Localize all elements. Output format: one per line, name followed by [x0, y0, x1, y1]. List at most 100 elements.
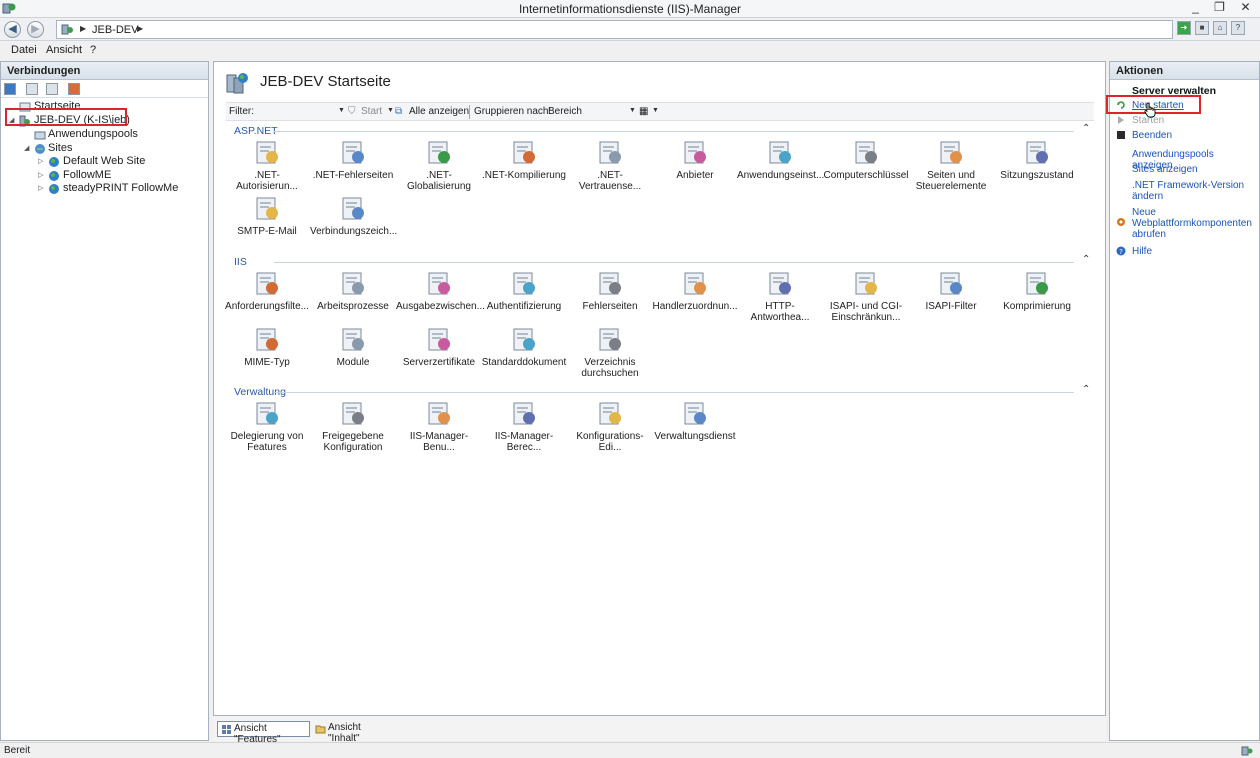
main-panel: JEB-DEV Startseite Filter: ▼ ⛉ Start ▼ ⧉…	[213, 61, 1106, 745]
show-all-button[interactable]: Alle anzeigen	[409, 106, 469, 117]
back-button[interactable]: ◀	[4, 21, 21, 38]
feature-item[interactable]: Arbeitsprozesse	[310, 270, 396, 312]
feature-item[interactable]: HTTP-Antworthea...	[737, 270, 823, 323]
tree-item-app-pools[interactable]: Anwendungspools	[1, 128, 201, 142]
start-icon	[1118, 116, 1124, 124]
feature-item[interactable]: Authentifizierung	[481, 270, 567, 312]
window-title: Internetinformationsdienste (IIS)-Manage…	[518, 2, 742, 16]
menu-view[interactable]: Ansicht	[46, 44, 82, 56]
feature-item[interactable]: Delegierung von Features	[224, 400, 310, 453]
start-filter-button[interactable]: Start	[361, 106, 382, 117]
collapse-group-icon[interactable]: ⌃	[1082, 254, 1090, 265]
feature-item[interactable]: Seiten und Steuerelemente	[908, 139, 994, 192]
feature-item[interactable]: ISAPI-Filter	[908, 270, 994, 312]
feature-label: .NET-Vertrauense...	[578, 170, 642, 192]
feature-label: IIS-Manager-Berec...	[494, 431, 554, 453]
feature-item[interactable]: .NET-Kompilierung	[481, 139, 567, 181]
feature-label: Ausgabezwischen...	[396, 301, 485, 312]
net-trust-levels-icon	[599, 141, 621, 164]
chevron-down-icon[interactable]: ▼	[387, 107, 394, 114]
net-compilation-icon	[513, 141, 535, 164]
tab-content-view[interactable]: Ansicht "Inhalt"	[312, 721, 392, 744]
tree-item-steadyprint[interactable]: ▷ steadyPRINT FollowMe	[1, 182, 201, 196]
group-by-select[interactable]: Bereich	[548, 106, 582, 117]
go-icon[interactable]: ➜	[1177, 21, 1191, 35]
collapse-icon[interactable]: ◢	[24, 144, 29, 152]
feature-item[interactable]: SMTP-E-Mail	[224, 195, 310, 237]
feature-item[interactable]: Module	[310, 326, 396, 368]
feature-label: Verzeichnis durchsuchen	[581, 357, 639, 379]
feature-item[interactable]: .NET-Fehlerseiten	[310, 139, 396, 181]
feature-item[interactable]: Komprimierung	[994, 270, 1080, 312]
menu-help[interactable]: ?	[90, 44, 96, 56]
address-field[interactable]: ▶ JEB-DEV ▶	[56, 20, 1173, 39]
filter-input[interactable]	[261, 104, 346, 119]
change-net-version-action[interactable]: .NET Framework-Version ändern	[1132, 180, 1257, 202]
stop-icon[interactable]: ■	[1195, 21, 1209, 35]
feature-item[interactable]: MIME-Typ	[224, 326, 310, 368]
feature-item[interactable]: Konfigurations-Edi...	[567, 400, 653, 453]
feature-item[interactable]: .NET-Vertrauense...	[567, 139, 653, 192]
feature-item[interactable]: Anwendungseinst...	[737, 139, 824, 181]
session-state-icon	[1026, 141, 1048, 164]
output-caching-icon	[428, 272, 450, 295]
feature-label: Computerschlüssel	[823, 170, 909, 181]
feature-item[interactable]: Verwaltungsdienst	[652, 400, 738, 442]
group-header[interactable]: IIS	[234, 256, 247, 268]
feature-item[interactable]: IIS-Manager-Berec...	[481, 400, 567, 453]
chevron-down-icon[interactable]: ▼	[652, 107, 659, 114]
maximize-button[interactable]: ❐	[1207, 0, 1232, 16]
tab-features-view[interactable]: Ansicht "Features"	[217, 721, 310, 745]
home-icon[interactable]: ⌂	[1213, 21, 1227, 35]
feature-item[interactable]: Sitzungszustand	[994, 139, 1080, 181]
feature-item[interactable]: Verbindungszeich...	[310, 195, 397, 237]
forward-button[interactable]: ▶	[27, 21, 44, 38]
chevron-down-icon[interactable]: ▼	[338, 107, 345, 114]
net-error-pages-icon	[342, 141, 364, 164]
feature-label: HTTP-Antworthea...	[750, 301, 810, 323]
feature-item[interactable]: Anbieter	[652, 139, 738, 181]
feature-item[interactable]: IIS-Manager-Benu...	[396, 400, 482, 453]
close-button[interactable]: ✕	[1231, 0, 1260, 16]
tree-item-default-web-site[interactable]: ▷ Default Web Site	[1, 155, 201, 169]
tree-item-followme[interactable]: ▷ FollowME	[1, 169, 201, 183]
breadcrumb-chevron-icon[interactable]: ▶	[80, 24, 86, 33]
breadcrumb-server[interactable]: JEB-DEV	[92, 24, 138, 36]
feature-item[interactable]: Standarddokument	[481, 326, 567, 368]
help-action[interactable]: Hilfe	[1132, 246, 1257, 257]
feature-item[interactable]: Serverzertifikate	[396, 326, 482, 368]
feature-item[interactable]: .NET-Autorisierun...	[224, 139, 310, 192]
feature-item[interactable]: Handlerzuordnun...	[652, 270, 738, 312]
collapse-group-icon[interactable]: ⌃	[1082, 123, 1090, 134]
expand-icon[interactable]: ▷	[38, 184, 43, 192]
globe-icon	[49, 184, 59, 194]
feature-item[interactable]: Computerschlüssel	[823, 139, 909, 181]
feature-item[interactable]: Freigegebene Konfiguration	[310, 400, 396, 453]
expand-icon[interactable]: ▷	[38, 157, 43, 165]
view-sites-action[interactable]: Sites anzeigen	[1132, 164, 1257, 175]
get-components-action[interactable]: Neue Webplattformkomponenten abrufen	[1132, 207, 1257, 240]
feature-item[interactable]: Verzeichnis durchsuchen	[567, 326, 653, 379]
menu-file[interactable]: Datei	[11, 44, 37, 56]
group-by-label: Gruppieren nach:	[474, 106, 552, 117]
minimize-button[interactable]: _	[1183, 0, 1208, 16]
chevron-down-icon[interactable]: ▼	[629, 107, 636, 114]
feature-item[interactable]: Ausgabezwischen...	[396, 270, 485, 312]
view-mode-icon[interactable]: ▦	[639, 106, 648, 117]
save-icon[interactable]	[26, 83, 38, 95]
feature-item[interactable]: ISAPI- und CGI-Einschränkun...	[823, 270, 909, 323]
collapse-group-icon[interactable]: ⌃	[1082, 384, 1090, 395]
help-icon[interactable]: ?	[1231, 21, 1245, 35]
expand-icon[interactable]: ▷	[38, 171, 43, 179]
connect-icon[interactable]	[4, 83, 16, 95]
disconnect-icon[interactable]	[68, 83, 80, 95]
up-icon[interactable]	[46, 83, 58, 95]
feature-item[interactable]: .NET-Globalisierung	[396, 139, 482, 192]
tree-item-sites[interactable]: ◢ Sites	[1, 142, 201, 156]
breadcrumb-chevron-icon[interactable]: ▶	[137, 24, 143, 33]
feature-item[interactable]: Fehlerseiten	[567, 270, 653, 312]
features-view: JEB-DEV Startseite Filter: ▼ ⛉ Start ▼ ⧉…	[213, 61, 1106, 716]
stop-action[interactable]: Beenden	[1132, 130, 1257, 141]
feature-item[interactable]: Anforderungsfilte...	[224, 270, 310, 312]
group-header[interactable]: ASP.NET	[234, 125, 278, 137]
